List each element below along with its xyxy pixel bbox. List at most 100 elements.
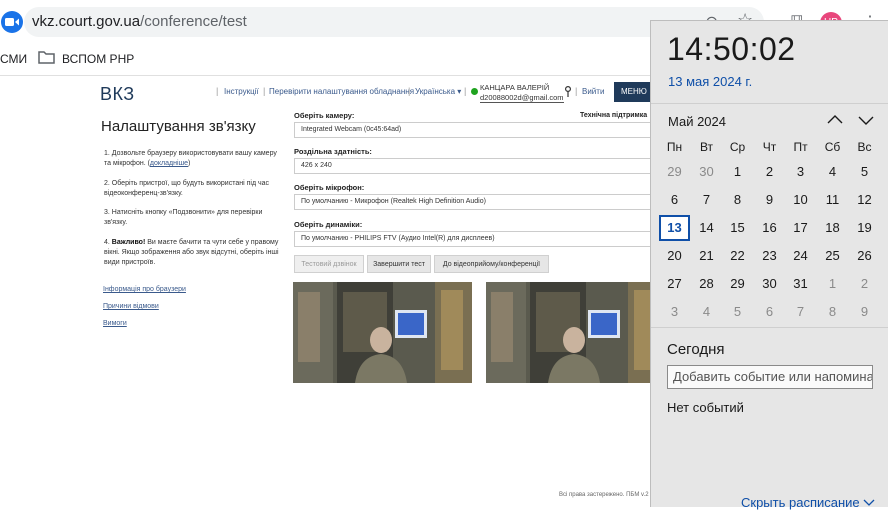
instruction-step-4: 4. Важливо! Ви маєте бачити та чути себе… — [104, 239, 279, 266]
calendar-day[interactable]: 7 — [691, 187, 722, 213]
site-logo[interactable]: ВКЗ — [100, 84, 135, 105]
nav-check-equipment[interactable]: Перевірити налаштування обладнання — [269, 87, 414, 96]
nav-instructions[interactable]: Інструкції — [224, 87, 259, 96]
url-text: vkz.court.gov.ua/conference/test — [32, 13, 247, 30]
add-event-input[interactable]: Добавить событие или напоминание — [667, 365, 873, 389]
calendar-day[interactable]: 9 — [754, 187, 785, 213]
local-video-preview — [293, 282, 472, 383]
today-heading: Сегодня — [667, 341, 725, 358]
weekday-label: Чт — [762, 140, 777, 154]
support-link[interactable]: Технічна підтримка — [580, 112, 647, 119]
weekday-label: Пн — [666, 140, 683, 154]
calendar-day[interactable]: 31 — [785, 271, 816, 297]
calendar-day[interactable]: 8 — [817, 299, 848, 325]
divider — [651, 327, 888, 328]
calendar-day[interactable]: 24 — [785, 243, 816, 269]
bookmark-folder-icon — [38, 50, 55, 67]
calendar-day[interactable]: 3 — [785, 159, 816, 185]
calendar-day[interactable]: 30 — [691, 159, 722, 185]
calendar-day[interactable]: 8 — [722, 187, 753, 213]
calendar-day[interactable]: 14 — [691, 215, 722, 241]
hide-schedule-link[interactable]: Скрыть расписание — [741, 495, 875, 510]
weekday-label: Пт — [793, 140, 808, 154]
reasons-link[interactable]: Причини відмови — [103, 303, 159, 310]
language-select[interactable]: Українська ▾ — [415, 87, 461, 96]
clock-time: 14:50:02 — [667, 31, 796, 67]
calendar-day[interactable]: 12 — [849, 187, 880, 213]
calendar-day[interactable]: 29 — [722, 271, 753, 297]
bookmark-smi[interactable]: СМИ — [0, 52, 27, 66]
nav-separator: | — [263, 86, 266, 96]
calendar-day[interactable]: 25 — [817, 243, 848, 269]
weekday-label: Вт — [699, 140, 714, 154]
microphone-label: Оберіть мікрофон: — [294, 183, 365, 192]
camera-label: Оберіть камеру: — [294, 111, 355, 120]
weekday-label: Ср — [729, 140, 746, 154]
key-icon[interactable] — [564, 85, 572, 103]
calendar-day[interactable]: 5 — [722, 299, 753, 325]
calendar-day[interactable]: 4 — [817, 159, 848, 185]
menu-button[interactable]: МЕНЮ — [614, 82, 654, 102]
nav-separator: | — [216, 86, 219, 96]
details-link[interactable]: докладніше — [150, 160, 188, 167]
calendar-day[interactable]: 6 — [754, 299, 785, 325]
calendar-day[interactable]: 29 — [659, 159, 690, 185]
go-to-conference-button[interactable]: До відеоприйому/конференції — [434, 255, 549, 273]
browser-info-link[interactable]: Інформація про браузери — [103, 286, 186, 293]
online-status-dot — [471, 88, 478, 95]
camera-select[interactable]: Integrated Webcam (0c45:64ad) — [294, 122, 654, 138]
nav-separator: | — [408, 86, 411, 96]
calendar-day[interactable]: 4 — [691, 299, 722, 325]
calendar-day[interactable]: 7 — [785, 299, 816, 325]
current-date-link[interactable]: 13 мая 2024 г. — [668, 74, 752, 89]
user-email: d20088002d@gmail.com — [480, 93, 564, 103]
chevron-down-icon — [863, 499, 875, 506]
calendar-day[interactable]: 17 — [785, 215, 816, 241]
calendar-day[interactable]: 22 — [722, 243, 753, 269]
calendar-day[interactable]: 23 — [754, 243, 785, 269]
instruction-step-3: 3. Натисніть кнопку «Подзвонити» для пер… — [104, 209, 263, 226]
calendar-day[interactable]: 10 — [785, 187, 816, 213]
calendar-day[interactable]: 1 — [722, 159, 753, 185]
calendar-day[interactable]: 21 — [691, 243, 722, 269]
nav-separator: | — [464, 86, 467, 96]
calendar-day[interactable]: 5 — [849, 159, 880, 185]
calendar-day[interactable]: 3 — [659, 299, 690, 325]
chevron-up-icon[interactable] — [826, 111, 844, 129]
finish-test-button[interactable]: Завершити тест — [367, 255, 431, 273]
bookmark-vspom-php[interactable]: ВСПОМ PHP — [62, 52, 134, 66]
calendar-day[interactable]: 6 — [659, 187, 690, 213]
calendar-day[interactable]: 11 — [817, 187, 848, 213]
test-call-button[interactable]: Тестовий дзвінок — [294, 255, 364, 273]
no-events-text: Нет событий — [667, 400, 744, 415]
calendar-day[interactable]: 16 — [754, 215, 785, 241]
calendar-day[interactable]: 26 — [849, 243, 880, 269]
calendar-day[interactable]: 2 — [849, 271, 880, 297]
remote-video-preview — [486, 282, 665, 383]
requirements-link[interactable]: Вимоги — [103, 320, 127, 327]
logout-link[interactable]: Вийти — [582, 87, 604, 96]
calendar-day-today[interactable]: 13 — [659, 215, 690, 241]
resolution-select[interactable]: 426 x 240 — [294, 158, 654, 174]
calendar-day[interactable]: 19 — [849, 215, 880, 241]
speakers-label: Оберіть динаміки: — [294, 220, 363, 229]
calendar-day[interactable]: 27 — [659, 271, 690, 297]
calendar-flyout: 14:50:02 13 мая 2024 г. Май 2024 Пн Вт С… — [650, 20, 888, 510]
calendar-day[interactable]: 15 — [722, 215, 753, 241]
instruction-step-2: 2. Оберіть пристрої, що будуть використа… — [104, 180, 270, 197]
month-year-header[interactable]: Май 2024 — [668, 114, 726, 129]
calendar-day[interactable]: 18 — [817, 215, 848, 241]
page-title: Налаштування зв'язку — [101, 118, 256, 135]
calendar-day[interactable]: 30 — [754, 271, 785, 297]
chevron-down-icon[interactable] — [857, 111, 875, 129]
calendar-day[interactable]: 2 — [754, 159, 785, 185]
microphone-select[interactable]: По умолчанию - Микрофон (Realtek High De… — [294, 194, 654, 210]
speakers-select[interactable]: По умолчанию - PHILIPS FTV (Аудио Intel(… — [294, 231, 654, 247]
calendar-day[interactable]: 9 — [849, 299, 880, 325]
video-camera-icon — [1, 11, 23, 33]
weekday-label: Вс — [857, 140, 872, 154]
calendar-day[interactable]: 20 — [659, 243, 690, 269]
instruction-step-1: 1. Дозвольте браузеру використовувати ва… — [104, 150, 277, 167]
calendar-day[interactable]: 1 — [817, 271, 848, 297]
calendar-day[interactable]: 28 — [691, 271, 722, 297]
